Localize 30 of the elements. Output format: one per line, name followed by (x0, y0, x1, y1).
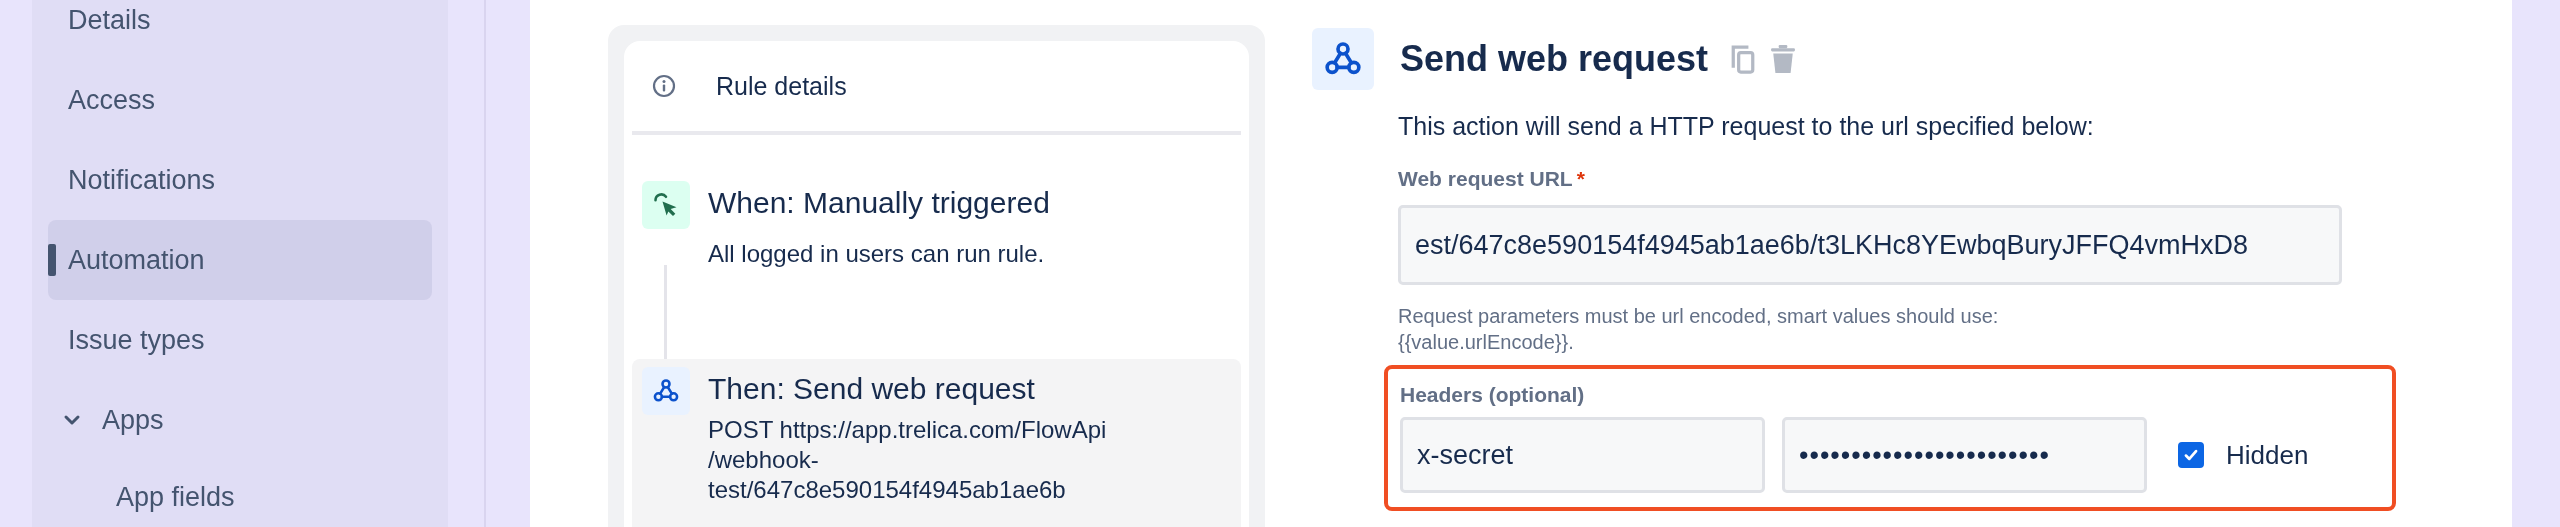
required-mark: * (1576, 167, 1585, 190)
sidebar-item[interactable]: App fields (48, 460, 432, 527)
step-description: All logged in users can run rule. (708, 239, 1046, 269)
field-label: Headers (optional) (1400, 383, 1586, 407)
url-field[interactable]: est/647c8e590154f4945ab1ae6b/t3LKHc8YEwbqBuryJFFQ4vmHxD8 (1398, 205, 2342, 285)
trash-icon[interactable] (1770, 44, 1797, 74)
step-description: POST https://app.trelica.com/FlowApi /webhook- test/647c8e590154f4945ab1ae6b (708, 415, 1107, 505)
rule-details-label: Rule details (716, 71, 847, 101)
header-value-field[interactable]: •••••••••••••••••••••••• (1782, 417, 2147, 493)
sidebar-item[interactable]: Issue types (48, 300, 432, 380)
header-name-field[interactable]: x-secret (1400, 417, 1765, 493)
sidebar-item[interactable]: Details (48, 0, 432, 60)
action-description: This action will send a HTTP request to the url specified below: (1398, 112, 2095, 141)
help-text: Request parameters must be url encoded, smart values should use: {{value.urlEncode}}. (1398, 304, 2000, 355)
step-title: When: Manually triggered (708, 185, 1050, 221)
sidebar-item[interactable]: Notifications (48, 140, 432, 220)
checkbox[interactable] (2178, 442, 2204, 468)
action-title: Send web request (1400, 38, 1709, 80)
field-label: Web request URL * (1398, 167, 1586, 191)
sidebar-item[interactable]: Access (48, 60, 432, 140)
copy-icon[interactable] (1730, 43, 1757, 75)
webhook-icon (652, 377, 680, 405)
rule-step[interactable]: Then: Send web request POST https://app.trelica.com/FlowApi /webhook- test/647c8e590154f4945ab1ae6b (632, 359, 1241, 527)
sidebar-item[interactable]: Automation (48, 220, 432, 300)
webhook-icon (1312, 28, 1374, 90)
step-title: Then: Send web request (708, 371, 1036, 407)
info-icon (652, 74, 676, 98)
checkbox-label: Hidden (2226, 439, 2309, 471)
rule-step[interactable]: When: Manually triggered All logged in users can run rule. (632, 173, 1241, 359)
sidebar-item[interactable]: Apps (48, 380, 432, 460)
